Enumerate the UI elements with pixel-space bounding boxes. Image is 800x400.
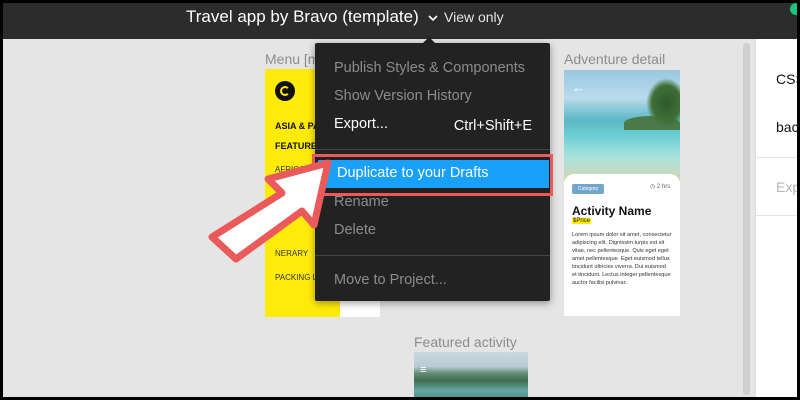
highlight-box	[312, 154, 553, 196]
featured-activity-frame[interactable]: ≡	[414, 352, 528, 397]
hamburger-icon: ≡	[420, 364, 427, 376]
back-arrow-icon: ←	[572, 80, 585, 95]
top-bar: Travel app by Bravo (template) View only	[3, 3, 797, 39]
menu-item-export[interactable]: Export...	[334, 116, 388, 132]
activity-title: Activity Name	[572, 204, 652, 218]
menu-separator	[315, 255, 550, 256]
view-mode-label: View only	[444, 9, 504, 25]
adventure-detail-frame[interactable]: ← Category ◷ 2 hrs Activity Name $Price …	[564, 70, 680, 316]
menu-item-rename[interactable]: Rename	[334, 194, 389, 210]
export-shortcut: Ctrl+Shift+E	[453, 118, 532, 134]
panel-background-label: bac	[776, 119, 797, 135]
canvas-scrollbar[interactable]	[743, 43, 750, 395]
price-tag: $Price	[572, 218, 592, 224]
menu-item-move-to-project[interactable]: Move to Project...	[334, 272, 447, 288]
panel-divider	[756, 157, 797, 158]
properties-panel: CSS bac Exp	[755, 39, 797, 397]
menu-separator	[315, 149, 550, 150]
panel-tab-css[interactable]: CSS	[776, 71, 797, 87]
file-title[interactable]: Travel app by Bravo (template)	[186, 7, 419, 27]
pointer-arrow-icon	[208, 159, 332, 263]
menu-item-version-history[interactable]: Show Version History	[334, 88, 472, 104]
frame-label-menu[interactable]: Menu [m	[265, 51, 319, 67]
presence-avatar[interactable]	[790, 3, 797, 15]
frame-label-adventure[interactable]: Adventure detail	[564, 51, 665, 67]
frame-label-featured[interactable]: Featured activity	[414, 334, 517, 350]
panel-divider	[756, 215, 797, 216]
beach-photo: ←	[564, 70, 680, 182]
panel-export-label[interactable]: Exp	[776, 179, 797, 195]
duration-label: ◷ 2 hrs	[650, 184, 671, 190]
activity-description: Lorem ipsum dolor sit amet, consectetur …	[572, 232, 672, 286]
category-badge: Category	[572, 184, 604, 194]
activity-card: Category ◷ 2 hrs Activity Name $Price Lo…	[564, 174, 680, 316]
chevron-down-icon[interactable]	[427, 13, 439, 23]
menu-item-delete[interactable]: Delete	[334, 222, 376, 238]
logo-icon	[275, 81, 295, 101]
menu-item-publish-styles[interactable]: Publish Styles & Components	[334, 60, 525, 76]
app-window: Travel app by Bravo (template) View only…	[3, 3, 797, 397]
